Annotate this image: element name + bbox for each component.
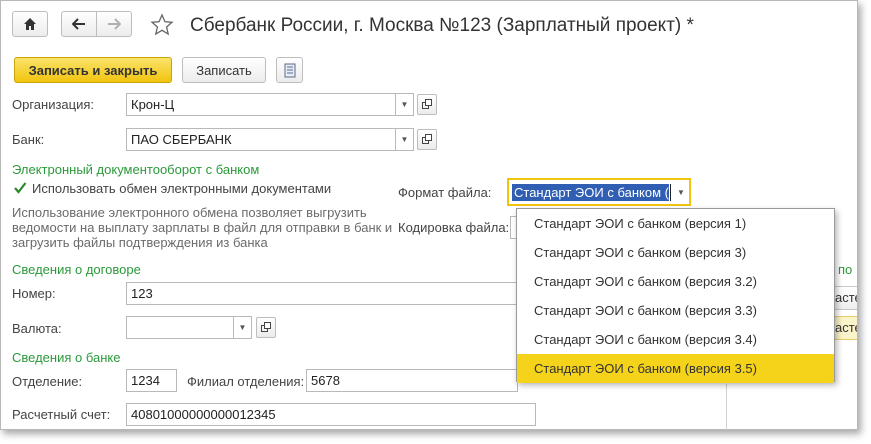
- edo-hint-line2: ведомости на выплату зарплаты в файл для…: [12, 220, 393, 235]
- file-format-option[interactable]: Стандарт ЭОИ с банком (версия 1): [517, 209, 834, 238]
- file-format-dropdown-list: Стандарт ЭОИ с банком (версия 1) Стандар…: [516, 208, 835, 383]
- organization-open-button[interactable]: [417, 94, 437, 115]
- panel-divider: [726, 384, 727, 430]
- open-icon: [260, 322, 271, 332]
- branch-field[interactable]: 1234: [126, 369, 177, 392]
- bank-open-button[interactable]: [417, 129, 437, 150]
- chevron-down-icon: ▼: [400, 135, 409, 144]
- file-format-label: Формат файла:: [398, 185, 492, 200]
- open-icon: [421, 99, 432, 109]
- account-label: Расчетный счет:: [12, 407, 111, 422]
- currency-dropdown-button[interactable]: ▼: [234, 316, 252, 339]
- edo-hint-line3: загрузить файлы подтверждения из банка: [12, 235, 268, 250]
- file-format-option[interactable]: Стандарт ЭОИ с банком (версия 3): [517, 238, 834, 267]
- forward-button[interactable]: [96, 11, 132, 37]
- home-icon: [24, 18, 36, 30]
- file-format-option-selected[interactable]: Стандарт ЭОИ с банком (версия 3.5): [517, 354, 834, 383]
- back-button[interactable]: [61, 11, 97, 37]
- currency-label: Валюта:: [12, 321, 62, 336]
- arrow-right-icon: [108, 18, 121, 30]
- contract-number-label: Номер:: [12, 286, 56, 301]
- page-title: Сбербанк России, г. Москва №123 (Зарплат…: [190, 15, 694, 36]
- currency-field[interactable]: [126, 316, 234, 339]
- report-button[interactable]: [276, 57, 303, 83]
- save-button[interactable]: Записать: [182, 57, 266, 83]
- currency-open-button[interactable]: [256, 317, 276, 338]
- bank-field[interactable]: ПАО СБЕРБАНК: [126, 128, 396, 151]
- open-icon: [421, 134, 432, 144]
- chevron-down-icon: ▼: [238, 323, 247, 332]
- file-format-value: Стандарт ЭОИ с банком (: [512, 184, 669, 201]
- right-panel-link[interactable]: по: [838, 262, 852, 277]
- file-format-option[interactable]: Стандарт ЭОИ с банком (версия 3.3): [517, 296, 834, 325]
- chevron-down-icon: ▼: [677, 188, 685, 197]
- subbranch-label: Филиал отделения:: [187, 374, 305, 389]
- organization-field[interactable]: Крон-Ц: [126, 93, 396, 116]
- file-format-option[interactable]: Стандарт ЭОИ с банком (версия 3.2): [517, 267, 834, 296]
- text-cursor: [670, 184, 671, 201]
- chevron-down-icon: ▼: [400, 100, 409, 109]
- bank-dropdown-button[interactable]: ▼: [396, 128, 414, 151]
- document-list-icon: [284, 63, 295, 77]
- organization-label: Организация:: [12, 97, 95, 112]
- bank-info-section-title: Сведения о банке: [12, 350, 121, 365]
- edo-section-title: Электронный документооборот с банком: [12, 162, 260, 177]
- home-button[interactable]: [12, 11, 48, 37]
- subbranch-field[interactable]: 5678: [306, 369, 518, 392]
- favorite-button[interactable]: [150, 13, 174, 37]
- use-edo-checkbox[interactable]: [13, 181, 27, 195]
- account-field[interactable]: 40801000000000012345: [126, 403, 536, 426]
- file-format-select[interactable]: Стандарт ЭОИ с банком ( ▼: [507, 178, 691, 206]
- save-and-close-button[interactable]: Записать и закрыть: [14, 57, 172, 83]
- file-format-option[interactable]: Стандарт ЭОИ с банком (версия 3.4): [517, 325, 834, 354]
- arrow-left-icon: [72, 18, 85, 30]
- branch-label: Отделение:: [12, 374, 83, 389]
- star-icon: [150, 13, 174, 36]
- bank-label: Банк:: [12, 132, 45, 147]
- file-format-dropdown-button[interactable]: ▼: [673, 182, 689, 203]
- edo-hint-line1: Использование электронного обмена позвол…: [12, 205, 367, 220]
- contract-number-field[interactable]: 123: [126, 282, 518, 305]
- use-edo-label: Использовать обмен электронными документ…: [32, 181, 332, 196]
- organization-dropdown-button[interactable]: ▼: [396, 93, 414, 116]
- checkmark-icon: [14, 182, 27, 194]
- contract-section-title: Сведения о договоре: [12, 262, 141, 277]
- file-encoding-label: Кодировка файла:: [398, 220, 510, 235]
